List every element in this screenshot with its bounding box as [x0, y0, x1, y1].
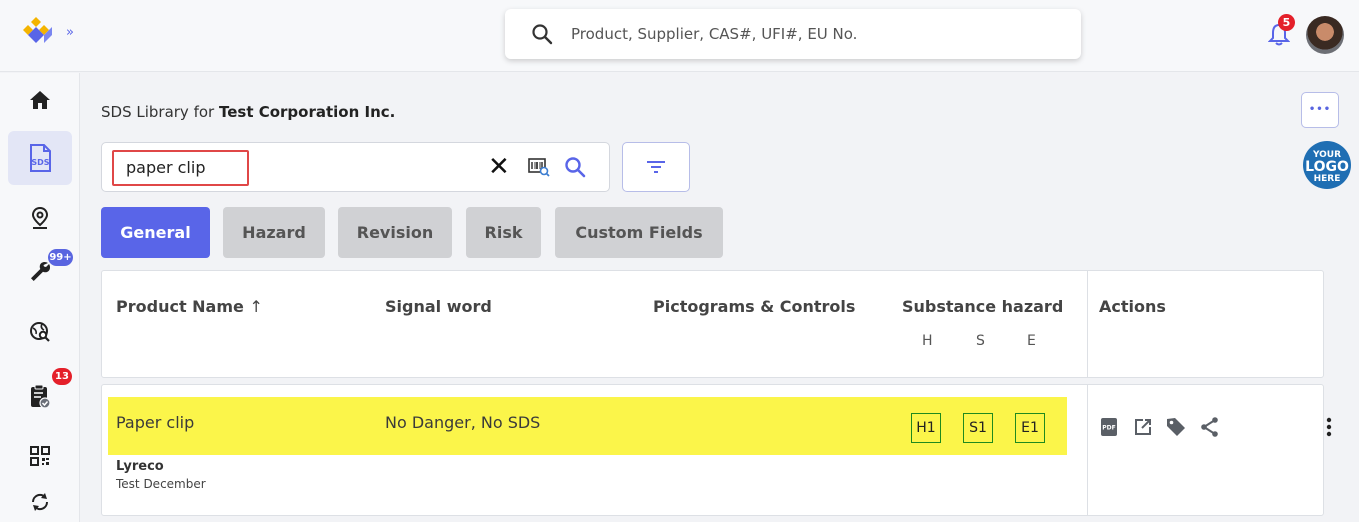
- hazard-s-badge: S1: [963, 413, 993, 443]
- clear-search-icon[interactable]: ✕: [488, 153, 510, 181]
- pdf-icon: PDF: [1101, 418, 1117, 436]
- product-name-link[interactable]: Paper clip: [116, 413, 194, 432]
- sidebar-item-sync[interactable]: [8, 475, 72, 522]
- column-pictograms: Pictograms & Controls: [653, 297, 856, 316]
- sidebar-item-location[interactable]: [8, 191, 72, 245]
- main-content: SDS Library for Test Corporation Inc. ••…: [81, 73, 1359, 522]
- sds-search-value: paper clip: [126, 158, 206, 177]
- clipboard-check-icon: [31, 384, 51, 409]
- wrench-icon: [31, 261, 51, 281]
- open-external-button[interactable]: [1131, 415, 1155, 439]
- search-placeholder: Product, Supplier, CAS#, UFI#, EU No.: [571, 25, 858, 43]
- sync-icon: [31, 493, 49, 511]
- notification-badge: 5: [1278, 14, 1295, 31]
- table-row[interactable]: Paper clip No Danger, No SDS H1 S1 E1 Ly…: [101, 384, 1332, 516]
- svg-text:»: »: [66, 25, 74, 40]
- globe-search-icon: [30, 322, 50, 342]
- sds-search-input[interactable]: paper clip ✕: [101, 142, 610, 192]
- tag-icon: [1167, 418, 1185, 436]
- location-pin-icon: [31, 206, 49, 229]
- sidebar-item-search-globe[interactable]: [8, 305, 72, 359]
- logo-line-3: HERE: [1313, 174, 1341, 184]
- column-h: H: [922, 333, 933, 349]
- column-e: E: [1027, 333, 1036, 349]
- column-s: S: [976, 333, 985, 349]
- signal-word-value: No Danger, No SDS: [385, 413, 541, 432]
- barcode-scan-icon[interactable]: [528, 157, 550, 177]
- share-icon: [1201, 417, 1218, 437]
- column-product-name-label: Product Name: [116, 297, 244, 316]
- column-signal-word: Signal word: [385, 297, 492, 316]
- qr-code-icon: [30, 446, 50, 466]
- column-product-name[interactable]: Product Name ↑: [116, 297, 263, 316]
- more-icon: •••: [1308, 104, 1332, 115]
- search-submit-icon[interactable]: [564, 156, 586, 178]
- tab-revision[interactable]: Revision: [338, 207, 452, 258]
- column-substance-hazard: Substance hazard: [902, 297, 1064, 316]
- column-actions: Actions: [1099, 297, 1166, 316]
- open-external-icon: [1135, 419, 1151, 435]
- filter-button[interactable]: [622, 142, 690, 192]
- avatar[interactable]: [1306, 16, 1344, 54]
- hazard-e-badge: E1: [1015, 413, 1045, 443]
- product-subtitle: Test December: [116, 477, 206, 491]
- pdf-button[interactable]: PDF: [1097, 415, 1121, 439]
- tools-badge: 99+: [48, 249, 73, 266]
- filter-icon: [647, 161, 665, 173]
- page-title: SDS Library for Test Corporation Inc.: [101, 103, 395, 121]
- sidebar: SDS 99+ 13: [0, 73, 80, 522]
- app-logo-icon[interactable]: »: [22, 14, 82, 54]
- company-logo-badge: YOUR LOGO HERE: [1303, 141, 1351, 189]
- home-icon: [30, 91, 50, 109]
- tab-hazard[interactable]: Hazard: [223, 207, 325, 258]
- top-bar: » Product, Supplier, CAS#, UFI#, EU No. …: [0, 0, 1359, 72]
- row-menu-button[interactable]: [1317, 415, 1341, 439]
- table-header: Product Name ↑ Signal word Pictograms & …: [101, 270, 1324, 378]
- company-name: Test Corporation Inc.: [218, 103, 396, 121]
- svg-text:SDS: SDS: [31, 158, 49, 167]
- title-prefix: SDS Library for: [101, 103, 215, 121]
- share-button[interactable]: [1198, 415, 1222, 439]
- tab-risk[interactable]: Risk: [466, 207, 541, 258]
- kebab-menu-icon: [1326, 417, 1332, 437]
- tab-custom-fields[interactable]: Custom Fields: [555, 207, 723, 258]
- tab-general[interactable]: General: [101, 207, 210, 258]
- hazard-h-badge: H1: [911, 413, 941, 443]
- row-divider: [1087, 385, 1088, 515]
- supplier-name: Lyreco: [116, 459, 164, 474]
- sidebar-item-sds[interactable]: SDS: [8, 131, 72, 185]
- sidebar-item-home[interactable]: [8, 73, 72, 127]
- column-divider: [1087, 271, 1088, 377]
- svg-text:PDF: PDF: [1102, 425, 1115, 432]
- logo-line-2: LOGO: [1305, 159, 1349, 175]
- search-icon: [532, 24, 553, 45]
- sds-icon: SDS: [30, 144, 51, 172]
- sort-ascending-icon[interactable]: ↑: [249, 297, 262, 316]
- global-search-input[interactable]: Product, Supplier, CAS#, UFI#, EU No.: [505, 9, 1081, 59]
- tag-button[interactable]: [1164, 415, 1188, 439]
- clipboard-badge: 13: [52, 368, 72, 385]
- more-options-button[interactable]: •••: [1301, 92, 1339, 128]
